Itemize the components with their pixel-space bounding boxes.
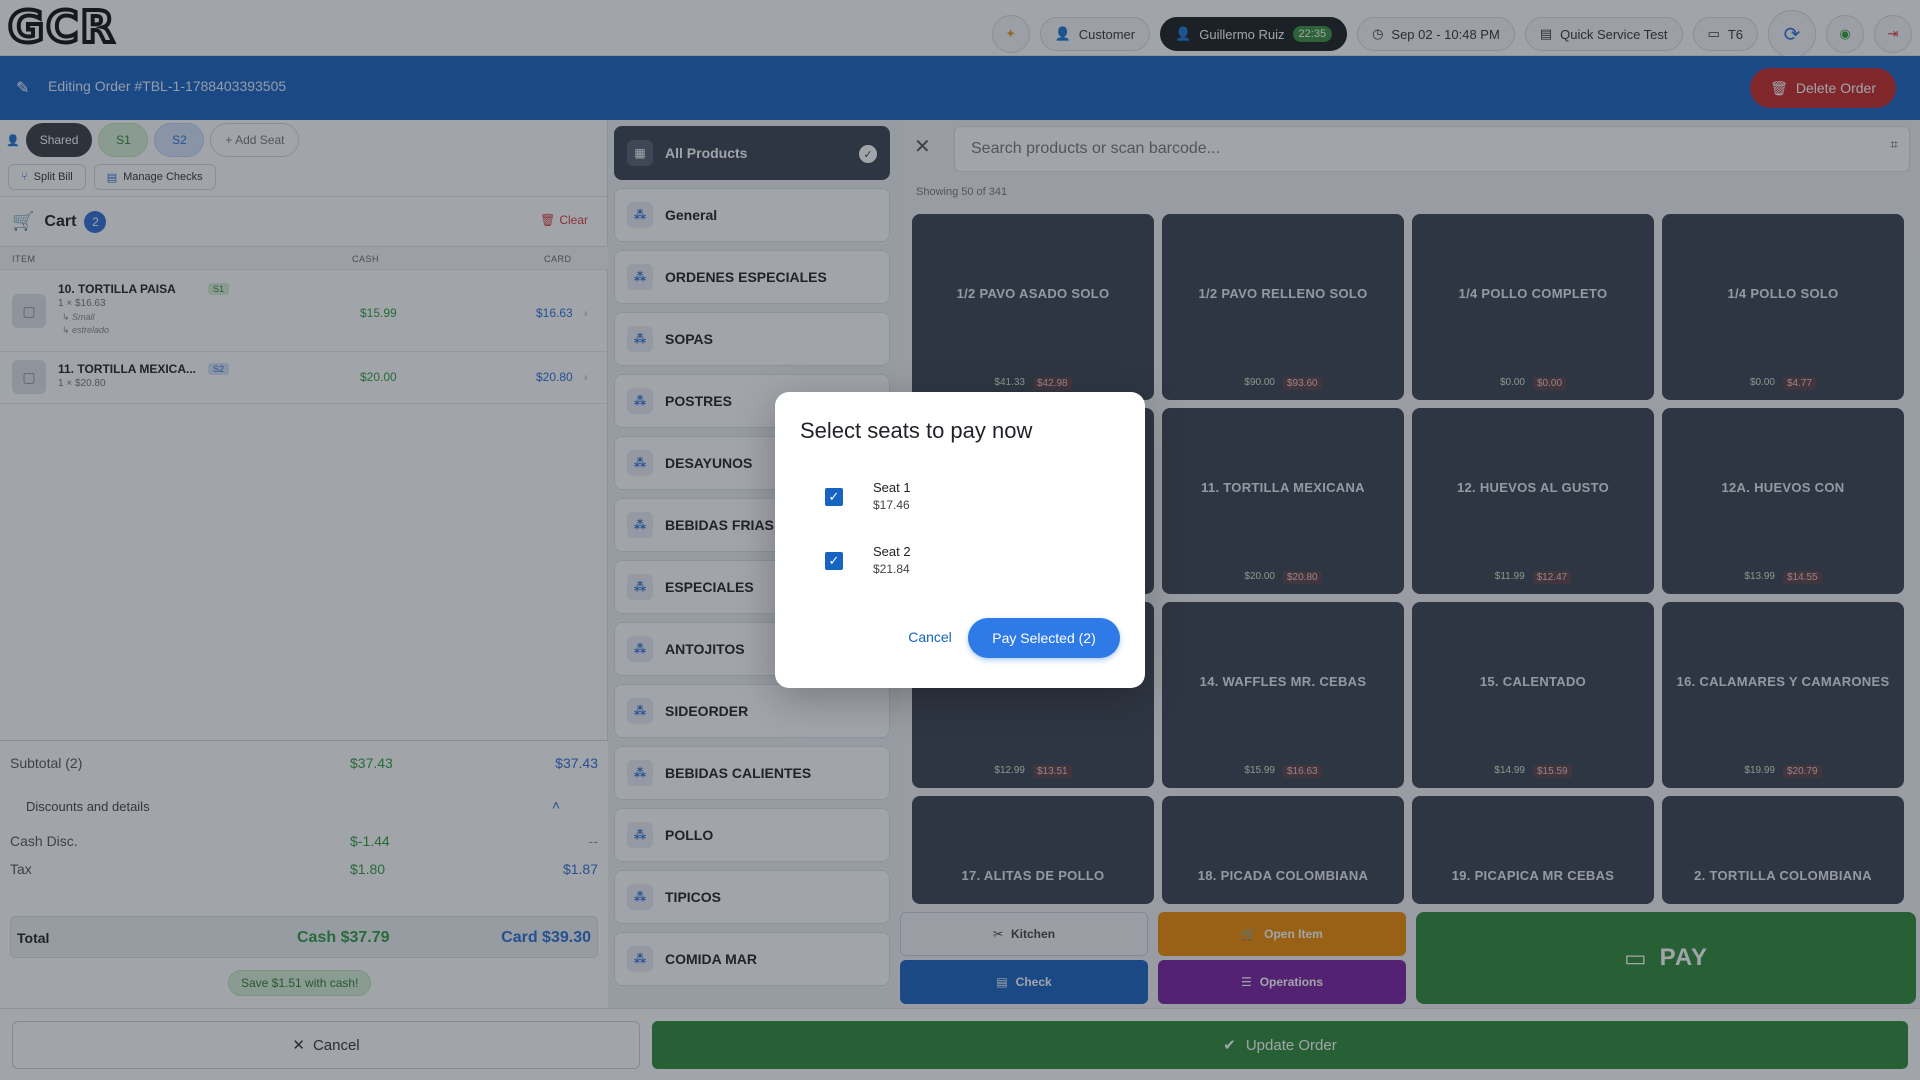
seat-option-2[interactable]: ✓ Seat 2 $21.84 — [825, 542, 1105, 586]
pay-selected-button[interactable]: Pay Selected (2) — [968, 618, 1120, 658]
select-seats-dialog: Select seats to pay now ✓ Seat 1 $17.46 … — [775, 392, 1145, 688]
checkbox-checked-icon[interactable]: ✓ — [825, 552, 843, 570]
seat-label: Seat 2 — [873, 544, 911, 559]
seat-label: Seat 1 — [873, 480, 911, 495]
seat-amount: $21.84 — [873, 562, 910, 576]
seat-option-1[interactable]: ✓ Seat 1 $17.46 — [825, 478, 1105, 522]
seat-amount: $17.46 — [873, 498, 910, 512]
checkbox-checked-icon[interactable]: ✓ — [825, 488, 843, 506]
dialog-cancel-button[interactable]: Cancel — [895, 618, 965, 656]
dialog-title: Select seats to pay now — [800, 418, 1033, 443]
